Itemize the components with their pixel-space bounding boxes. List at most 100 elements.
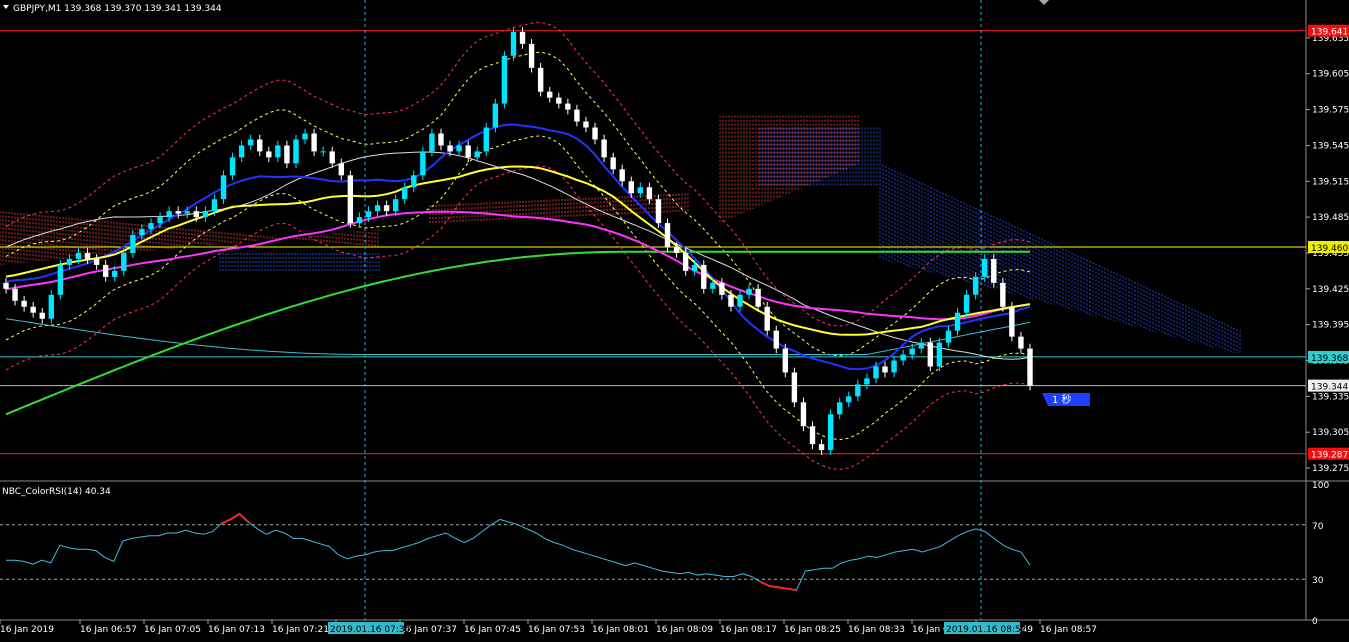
candle-body (701, 264, 707, 289)
candle-body (637, 187, 644, 194)
candle-body (664, 223, 671, 247)
candle (3, 278, 9, 294)
candle (547, 86, 553, 103)
candle-body (882, 366, 888, 373)
candle-body (347, 175, 354, 224)
candle-body (900, 354, 906, 361)
candle-body (420, 151, 426, 176)
price-label-text: 139.460 (1311, 244, 1348, 254)
candle-body (75, 252, 82, 259)
candle-body (130, 235, 136, 253)
candle-body (1027, 348, 1033, 386)
time-tick-label: 16 Jan 07:45 (464, 625, 521, 635)
band-outer-lower (5, 165, 1031, 470)
candle-body (601, 139, 607, 158)
candle-body (238, 145, 245, 158)
candle (981, 254, 988, 282)
candle (746, 284, 752, 300)
candle (664, 218, 671, 252)
candle-body (864, 378, 870, 385)
rsi-tick-label: 100 (1312, 481, 1329, 491)
candle-body (447, 145, 453, 152)
candle (927, 337, 934, 372)
candle (936, 337, 943, 372)
candle (601, 134, 607, 163)
price-tick-label: 139.335 (1312, 392, 1349, 402)
candle (383, 200, 390, 216)
candle (954, 307, 961, 336)
candle (619, 164, 625, 187)
candle-body (945, 330, 952, 343)
candle (837, 397, 843, 420)
candle (528, 39, 535, 73)
candle (30, 301, 36, 318)
candle-body (954, 312, 961, 331)
price-tick-label: 139.575 (1312, 106, 1349, 116)
candle (492, 98, 499, 133)
candle (247, 134, 254, 151)
candle (202, 206, 209, 222)
time-tick-label: 16 Jan 07:53 (528, 625, 585, 635)
candle-body (673, 247, 680, 253)
candle (220, 170, 227, 204)
candle-body (963, 294, 970, 313)
candle (574, 104, 580, 127)
candle (266, 146, 272, 163)
candle-body (773, 330, 779, 349)
time-tick-label: 16 Jan 07:05 (144, 625, 201, 635)
candle (646, 182, 653, 204)
candle-body (438, 133, 444, 146)
candle-body (338, 163, 344, 176)
candle (329, 146, 335, 169)
candle-body (719, 282, 725, 295)
candle (701, 260, 707, 294)
candle-body (293, 139, 299, 164)
candle-body (66, 258, 73, 265)
time-tick-label: 16 Jan 08:09 (656, 625, 713, 635)
candle-body (166, 211, 172, 218)
candle (864, 373, 870, 390)
ma-teal-line (5, 318, 1031, 355)
candle-body (311, 133, 317, 152)
candle-body (628, 181, 634, 194)
candle (102, 260, 109, 282)
candle (991, 254, 997, 288)
candle (846, 391, 852, 408)
candle (900, 349, 906, 366)
candle (963, 290, 970, 318)
candle-body (365, 211, 372, 218)
candle (610, 152, 616, 175)
candle-body (320, 151, 326, 153)
time-highlight-label: 2019.01.16 08:52 (946, 625, 1026, 635)
candle-body (112, 270, 118, 277)
time-tick-label: 16 Jan 08:57 (1040, 625, 1097, 635)
candle-body (411, 175, 417, 188)
candle (392, 194, 399, 216)
candle-body (746, 288, 752, 295)
candle-body (329, 151, 335, 164)
candle (238, 140, 245, 163)
chart-canvas[interactable]: 139.635139.605139.575139.545139.515139.4… (0, 0, 1349, 638)
candle (501, 51, 508, 109)
candle (1000, 278, 1006, 312)
price-tick-label: 139.515 (1312, 177, 1349, 187)
candle-body (392, 199, 399, 212)
candle (483, 122, 489, 157)
candle (972, 272, 979, 300)
rsi-tick-label: 70 (1312, 522, 1324, 532)
price-label-text: 139.641 (1311, 28, 1348, 38)
time-tick-label: 16 Jan 08:01 (592, 625, 649, 635)
dropdown-icon (3, 5, 9, 9)
candle-body (139, 229, 145, 236)
candle (347, 170, 354, 228)
candle (818, 439, 825, 455)
candle-body (157, 217, 163, 224)
candle-body (184, 211, 190, 214)
candle-body (284, 145, 290, 164)
candle (402, 182, 408, 204)
candle-body (247, 139, 254, 146)
candle (764, 301, 770, 336)
candle-body (383, 205, 390, 212)
time-highlight-label: 2019.01.16 07:35 (330, 625, 410, 635)
chart-window[interactable]: 139.635 139.605 139.575 139.545 139.515 139.4… (0, 0, 1349, 638)
